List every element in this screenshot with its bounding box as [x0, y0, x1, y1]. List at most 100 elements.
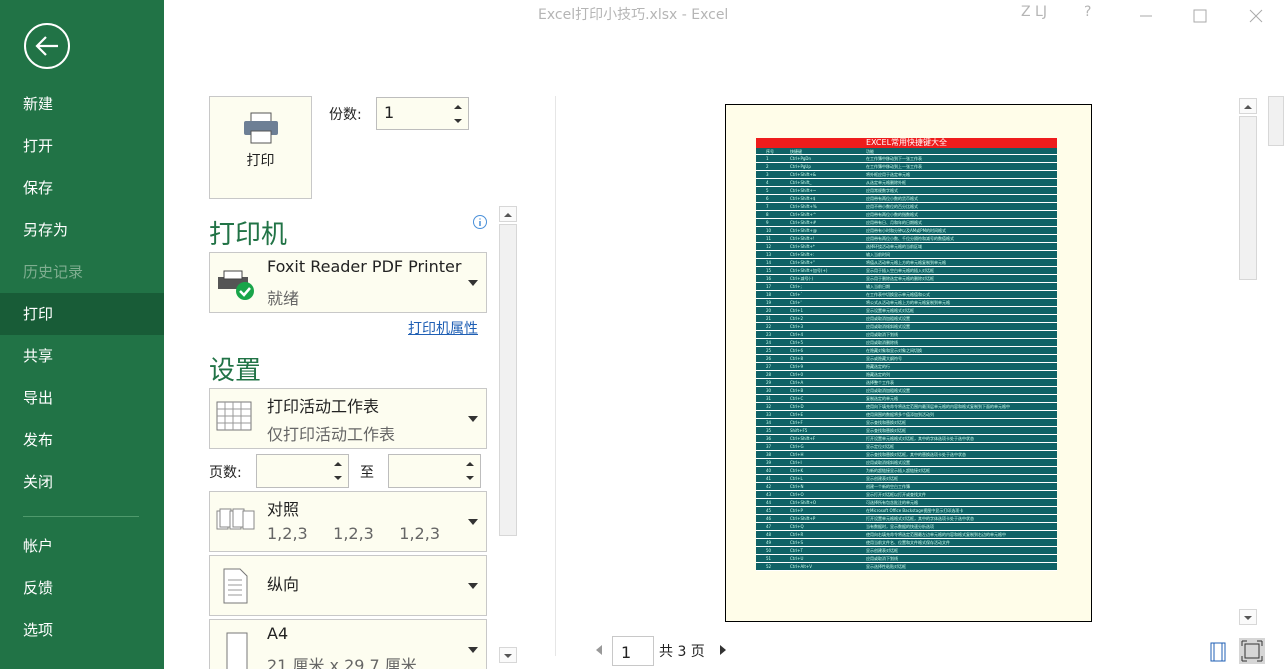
sidebar-item[interactable]: 反馈 [0, 567, 164, 609]
table-cell: 25 [766, 348, 772, 353]
next-page-icon[interactable] [718, 644, 728, 656]
table-cell: 使用周围的数据将多个值添加到活动列 [866, 412, 934, 417]
table-cell: Ctrl+5 [790, 340, 804, 345]
table-cell: 10 [766, 228, 772, 233]
table-row: 9 Ctrl+Shift+# 应用带有日、月和年的日期格式 [756, 219, 1057, 227]
table-row: 20 Ctrl+1 显示设置单元格格式对话框 [756, 307, 1057, 315]
table-cell: 42 [766, 484, 772, 489]
orientation-dropdown[interactable]: 纵向 [209, 555, 487, 616]
table-cell: Ctrl+I [790, 460, 802, 465]
table-cell: 应用带有日、月和年的日期格式 [866, 220, 922, 225]
scroll-down-button[interactable] [499, 647, 517, 663]
sidebar-item[interactable]: 帐户 [0, 525, 164, 567]
sidebar-item[interactable]: 共享 [0, 335, 164, 377]
sidebar-item[interactable]: 关闭 [0, 461, 164, 503]
scroll-up-button[interactable] [499, 206, 517, 222]
printer-name: Foxit Reader PDF Printer [267, 257, 462, 276]
back-button[interactable] [24, 23, 70, 69]
table-cell: 显示用于插入空白单元格的插入对话框 [866, 268, 934, 273]
close-icon[interactable] [1246, 6, 1266, 26]
sidebar-item[interactable]: 打印 [0, 293, 164, 335]
table-cell: Ctrl+减号(-) [790, 276, 814, 281]
window-scrollbar[interactable] [1268, 80, 1284, 669]
show-margins-icon[interactable] [1206, 640, 1230, 664]
table-row: 44 Ctrl+Shift+O 可选择所有包含批注的单元格 [756, 499, 1057, 507]
table-cell: 显示创建表对话框 [866, 548, 898, 553]
table-row: 26 Ctrl+8 显示或隐藏大纲符号 [756, 355, 1057, 363]
table-row: 49 Ctrl+S 使用当前文件名、位置和文件格式保存活动文件 [756, 539, 1057, 547]
table-cell: 在Microsoft Office Backstage视图中显示打印选项卡 [866, 508, 964, 513]
table-row: 42 Ctrl+N 创建一个新的空白工作簿 [756, 483, 1057, 491]
sidebar-item[interactable]: 打开 [0, 125, 164, 167]
sidebar-divider [23, 516, 139, 517]
table-cell: 47 [766, 524, 772, 529]
scroll-thumb[interactable] [1239, 116, 1257, 280]
info-icon[interactable] [472, 214, 488, 230]
table-row: 1 Ctrl+PgDn 在工作簿中移动到下一张工作表 [756, 155, 1057, 163]
table-cell: Ctrl+Shift+~ [790, 188, 817, 193]
print-button[interactable]: 打印 [209, 96, 312, 199]
decrement-icon[interactable] [332, 472, 344, 484]
table-cell: Shift+F5 [790, 428, 808, 433]
table-cell: Ctrl+O [790, 492, 804, 497]
sidebar-item[interactable]: 保存 [0, 167, 164, 209]
table-cell: 37 [766, 444, 772, 449]
table-cell: 31 [766, 396, 772, 401]
scroll-down-button[interactable] [1239, 609, 1257, 625]
prev-page-icon[interactable] [594, 644, 604, 656]
table-cell: Ctrl+E [790, 412, 803, 417]
zoom-to-page-icon[interactable] [1239, 638, 1266, 664]
scroll-up-button[interactable] [1239, 98, 1257, 114]
page-number-input[interactable]: 1 [612, 636, 654, 666]
scroll-thumb[interactable] [499, 224, 517, 536]
user-name[interactable]: Z LJ [1021, 4, 1047, 20]
table-cell: 显示选择性粘贴对话框 [866, 564, 906, 569]
increment-icon[interactable] [464, 458, 476, 470]
table-cell: 使用向下填充命令将选定范围内最顶层单元格的内容和格式复制到下面的单元格中 [866, 404, 1010, 409]
chevron-down-icon [468, 583, 478, 589]
table-row: 7 Ctrl+Shift+% 应用不带小数位的百分比格式 [756, 203, 1057, 211]
table-cell: Ctrl+3 [790, 324, 804, 329]
table-cell: Ctrl+Shift+$ [790, 196, 816, 201]
print-button-label: 打印 [246, 153, 275, 169]
table-cell: Ctrl+Shift+& [790, 172, 817, 177]
preview-scrollbar[interactable] [1239, 98, 1257, 628]
table-cell: 在工作簿中移动到下一张工作表 [866, 156, 922, 161]
sidebar-item[interactable]: 发布 [0, 419, 164, 461]
printer-properties-link[interactable]: 打印机属性 [408, 318, 478, 338]
increment-icon[interactable] [332, 458, 344, 470]
printer-dropdown[interactable]: Foxit Reader PDF Printer 就绪 [209, 252, 487, 313]
decrement-icon[interactable] [464, 472, 476, 484]
pages-from-stepper[interactable] [256, 454, 349, 488]
table-cell: 29 [766, 380, 772, 385]
table-cell: Ctrl+Shift+% [790, 204, 817, 209]
help-button[interactable]: ? [1084, 4, 1091, 20]
minimize-icon[interactable] [1136, 6, 1156, 26]
copies-stepper[interactable]: 1 [376, 97, 469, 130]
table-row: 28 Ctrl+0 隐藏选定的列 [756, 371, 1057, 379]
decrement-icon[interactable] [452, 115, 464, 127]
paper-size-dropdown[interactable]: A4 21 厘米 x 29.7 厘米 [209, 619, 487, 669]
table-cell: Ctrl+L [790, 476, 803, 481]
scroll-thumb[interactable] [1268, 96, 1284, 146]
table-cell: 显示定位对话框 [866, 444, 894, 449]
increment-icon[interactable] [452, 101, 464, 113]
maximize-icon[interactable] [1190, 6, 1210, 26]
table-row: 47 Ctrl+Q 当有数据时，显示数据的快速分析选项 [756, 523, 1057, 531]
settings-scrollbar[interactable] [499, 206, 517, 664]
print-scope-dropdown[interactable]: 打印活动工作表 仅打印活动工作表 [209, 388, 487, 449]
table-row: 4 Ctrl+Shift_ 从选定单元格删除外框 [756, 179, 1057, 187]
collate-dropdown[interactable]: 对照 1,2,3 1,2,3 1,2,3 [209, 491, 487, 552]
sidebar-item[interactable]: 导出 [0, 377, 164, 419]
table-cell: 显示创建表对话框 [866, 476, 898, 481]
collate-title: 对照 [267, 500, 300, 519]
table-cell: 16 [766, 276, 772, 281]
table-cell: 在工作簿中移动到上一张工作表 [866, 164, 922, 169]
table-cell: 46 [766, 516, 772, 521]
table-cell: 为新的超链接显示插入超链接对话框 [866, 468, 930, 473]
table-cell: 39 [766, 460, 772, 465]
sidebar-item[interactable]: 选项 [0, 609, 164, 651]
pages-to-stepper[interactable] [388, 454, 481, 488]
sidebar-item[interactable]: 另存为 [0, 209, 164, 251]
sidebar-item[interactable]: 新建 [0, 83, 164, 125]
